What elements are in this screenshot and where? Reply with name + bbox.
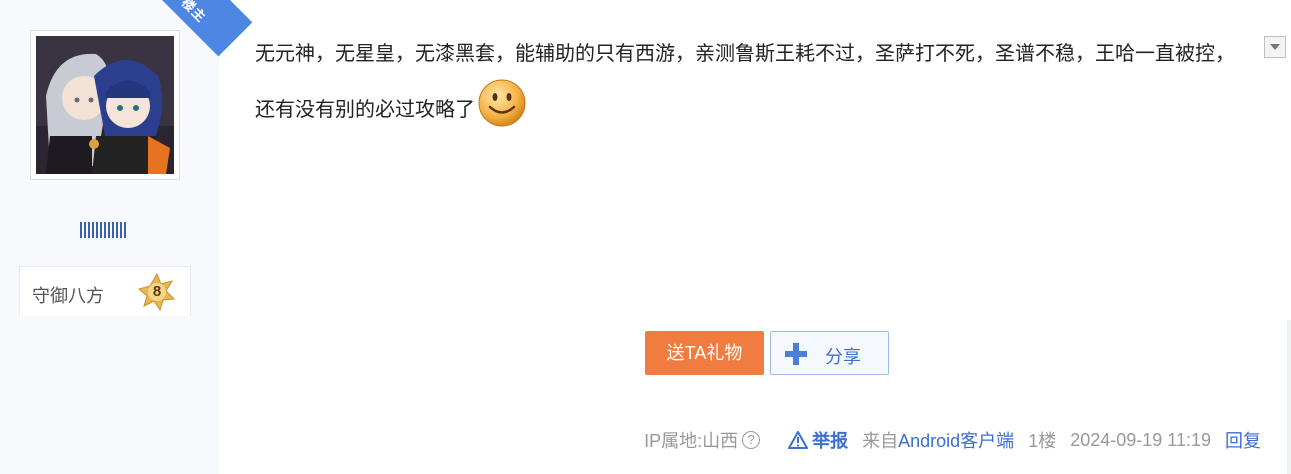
post-text: 无元神，无星皇，无漆黑套，能辅助的只有西游，亲测鲁斯王耗不过，圣萨打不死，圣谱不… [255, 43, 1235, 121]
report-link[interactable]: 举报 [788, 427, 848, 453]
post-timestamp: 2024-09-19 11:19 [1070, 429, 1211, 450]
client-prefix: 来自 [862, 431, 899, 451]
avatar[interactable] [36, 36, 174, 174]
badge-level-number: 8 [152, 283, 162, 300]
warning-icon [788, 431, 809, 449]
plus-icon [785, 343, 807, 365]
smiley-face-icon [478, 79, 526, 127]
avatar-frame[interactable] [30, 30, 180, 180]
report-label: 举报 [812, 431, 849, 451]
floor-number: 1楼 [1028, 431, 1057, 451]
level-star-icon: 8 [137, 272, 176, 312]
username-placeholder[interactable] [80, 222, 126, 238]
share-label: 分享 [825, 347, 861, 367]
client-link[interactable]: Android客户端 [898, 427, 1014, 453]
scroll-edge [1287, 320, 1291, 474]
help-icon[interactable]: ? [742, 431, 761, 449]
badge-name: 守御八方 [32, 286, 104, 307]
post-content: 无元神，无星皇，无漆黑套，能辅助的只有西游，亲测鲁斯王耗不过，圣萨打不死，圣谱不… [255, 30, 1245, 134]
post-menu-dropdown-button[interactable] [1264, 36, 1286, 58]
reply-link[interactable]: 回复 [1225, 427, 1261, 453]
post-footer: IP属地:山西 ? 举报 来自 Android客户端 1楼 2024-09-19 … [644, 427, 1261, 453]
ip-location: IP属地:山西 [644, 431, 739, 451]
share-button[interactable]: 分享 [770, 331, 889, 375]
author-sidebar: 楼主 守御八方 8 [0, 0, 253, 474]
forum-level-badge[interactable]: 守御八方 8 [19, 266, 191, 316]
send-gift-button[interactable]: 送TA礼物 [645, 331, 764, 375]
